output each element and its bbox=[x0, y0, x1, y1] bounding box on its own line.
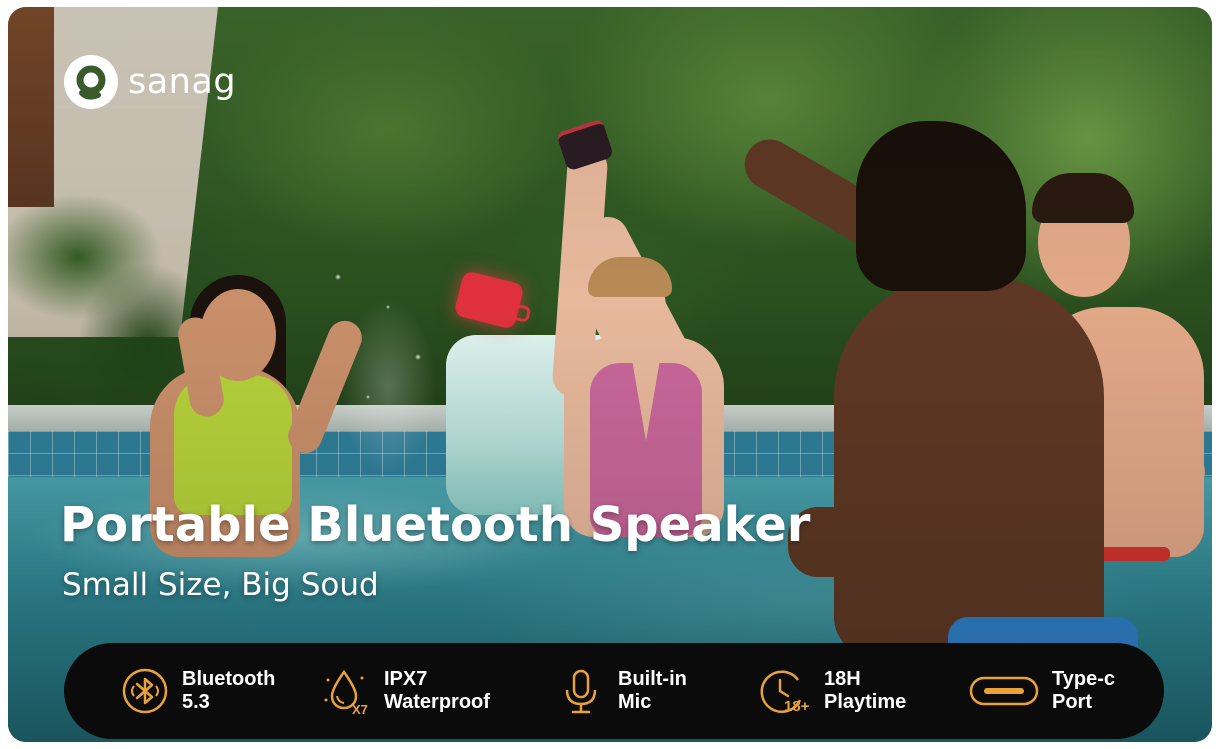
feature-line-1: 18H bbox=[824, 668, 861, 690]
microphone-icon bbox=[565, 669, 597, 714]
playtime-icon-text: 18+ bbox=[784, 698, 810, 715]
shade-overlay bbox=[8, 7, 1212, 742]
feature-line-1: Type-c bbox=[1052, 668, 1115, 690]
brand-name: sanag bbox=[128, 62, 237, 102]
feature-line-2: Port bbox=[1052, 691, 1092, 713]
product-banner: sanag Portable Bluetooth Speaker Small S… bbox=[8, 7, 1212, 742]
feature-line-2: 5.3 bbox=[182, 691, 210, 713]
feature-line-1: Bluetooth bbox=[182, 668, 276, 690]
feature-line-2: Mic bbox=[618, 691, 652, 713]
feature-port: Type-c Port bbox=[968, 643, 1115, 739]
feature-label: Type-c Port bbox=[1052, 668, 1115, 714]
feature-line-2: Waterproof bbox=[384, 691, 490, 713]
brand-logo: sanag bbox=[62, 53, 236, 111]
feature-bar: Bluetooth 5.3 X7 IPX7 Waterproof Built-i… bbox=[64, 643, 1164, 739]
feature-label: Built-in Mic bbox=[618, 668, 687, 714]
feature-label: 18H Playtime bbox=[824, 668, 906, 714]
waterproof-icon-text: X7 bbox=[352, 702, 368, 716]
feature-mic: Built-in Mic bbox=[556, 643, 687, 739]
feature-playtime: 18+ 18H Playtime bbox=[754, 643, 906, 739]
clock-icon: 18+ bbox=[760, 670, 810, 715]
headline: Portable Bluetooth Speaker bbox=[60, 497, 811, 553]
usb-c-port-icon bbox=[969, 676, 1039, 706]
bluetooth-icon bbox=[122, 668, 168, 714]
feature-line-1: IPX7 bbox=[384, 668, 428, 690]
water-drop-icon: X7 bbox=[324, 669, 368, 716]
feature-waterproof: X7 IPX7 Waterproof bbox=[322, 643, 490, 739]
feature-label: IPX7 Waterproof bbox=[384, 668, 490, 714]
subheadline: Small Size, Big Soud bbox=[62, 567, 379, 603]
sanag-logo-icon bbox=[64, 55, 118, 109]
feature-bluetooth: Bluetooth 5.3 bbox=[120, 643, 275, 739]
feature-label: Bluetooth 5.3 bbox=[182, 668, 275, 714]
feature-line-1: Built-in bbox=[618, 668, 687, 690]
feature-line-2: Playtime bbox=[824, 691, 907, 713]
